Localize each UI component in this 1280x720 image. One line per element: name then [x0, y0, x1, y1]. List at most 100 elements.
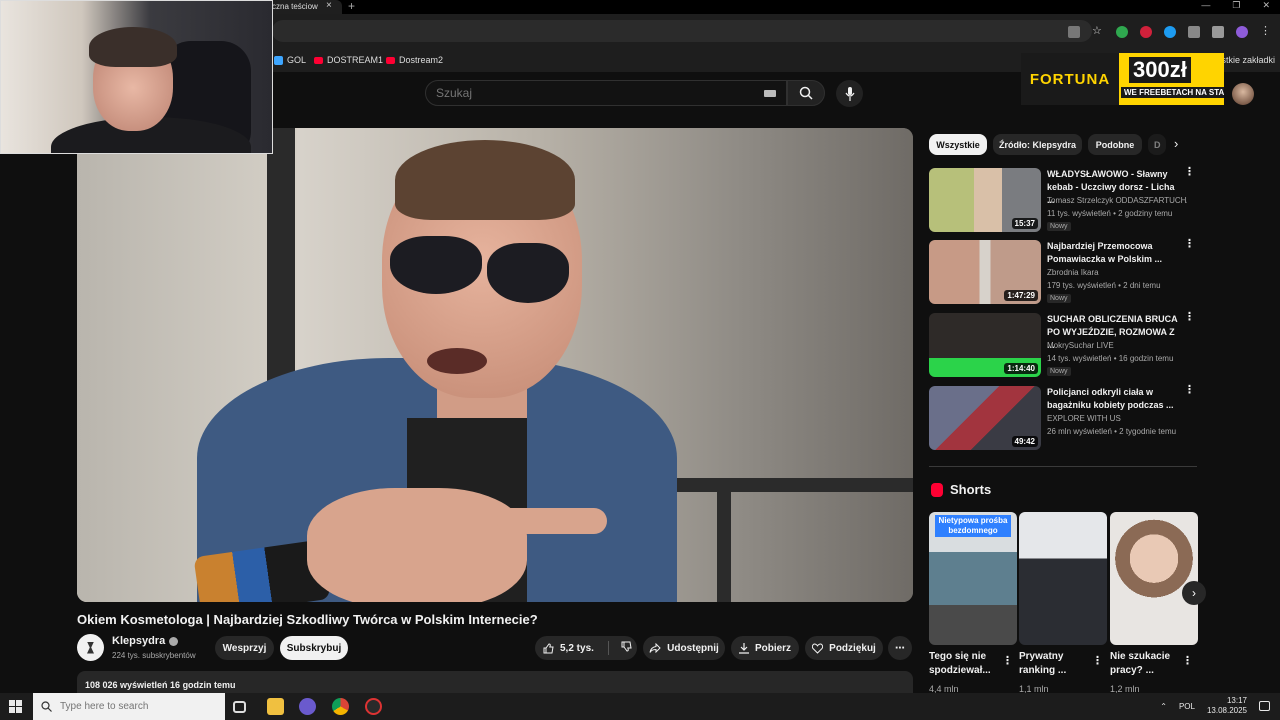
search-icon [41, 701, 52, 712]
star-icon[interactable]: ☆ [1092, 26, 1104, 38]
chrome-icon[interactable] [332, 698, 349, 715]
subscribe-button[interactable]: Subskrybuj [280, 636, 348, 660]
minimize-icon[interactable]: — [1201, 0, 1210, 11]
recommended-channel[interactable]: MokrySuchar LIVE [1047, 341, 1187, 350]
puzzle-icon[interactable] [1188, 26, 1200, 38]
address-bar[interactable] [272, 20, 1092, 42]
new-tab-button[interactable]: + [348, 0, 355, 13]
channel-name[interactable]: Klepsydra [112, 635, 179, 647]
recommended-item[interactable]: 1:47:29 Najbardziej Przemocowa Pomawiacz… [929, 239, 1199, 304]
short-caption[interactable]: Prywatny ranking ... [1019, 650, 1083, 678]
more-vertical-icon[interactable]: ⋮ [1184, 239, 1195, 250]
share-icon [649, 643, 661, 653]
close-window-icon[interactable]: ✕ [1262, 0, 1270, 11]
account-avatar[interactable] [1232, 83, 1254, 105]
like-button[interactable]: 5,2 tys. [543, 643, 594, 654]
search-button[interactable] [787, 80, 825, 106]
video-person-glasses-left [390, 236, 482, 294]
download-icon [738, 642, 749, 654]
profile-icon[interactable] [1236, 26, 1248, 38]
more-vertical-icon[interactable]: ⋮ [1092, 654, 1103, 667]
short-caption[interactable]: Tego się nie spodziewał... [929, 650, 993, 678]
short-thumbnail[interactable] [1110, 512, 1198, 645]
chip-all[interactable]: Wszystkie [929, 134, 987, 155]
all-bookmarks[interactable]: ystkie zakładki [1217, 55, 1275, 65]
short-caption[interactable]: Nie szukacie pracy? ... [1110, 650, 1176, 678]
video-player[interactable] [77, 128, 913, 602]
thanks-button[interactable]: Podziękuj [805, 636, 883, 660]
voice-search-button[interactable] [836, 80, 863, 107]
keyboard-icon[interactable] [764, 90, 776, 97]
video-thumbnail[interactable]: 15:37 [929, 168, 1041, 232]
recommended-item[interactable]: 49:42 Policjanci odkryli ciała w bagażni… [929, 385, 1199, 450]
shorts-next-button[interactable]: › [1182, 581, 1206, 605]
recommended-item[interactable]: 1:14:40 SUCHAR OBLICZENIA BRUCA PO WYJEŹ… [929, 312, 1199, 377]
video-thumbnail[interactable]: 49:42 [929, 386, 1041, 450]
like-count: 5,2 tys. [560, 642, 594, 654]
channel-avatar[interactable] [77, 634, 104, 661]
short-thumbnail[interactable]: Nietypowa prośba bezdomnego [929, 512, 1017, 645]
taskbar-clock[interactable]: 13:17 13.08.2025 [1207, 696, 1247, 716]
download-button[interactable]: Pobierz [731, 636, 799, 660]
obs-icon[interactable] [365, 698, 382, 715]
more-vertical-icon[interactable]: ⋮ [1182, 654, 1193, 667]
taskbar-search[interactable] [33, 693, 225, 720]
task-view-icon[interactable] [233, 701, 246, 713]
restore-icon[interactable]: ❐ [1232, 0, 1240, 11]
share-button[interactable]: Udostępnij [643, 636, 725, 660]
support-button[interactable]: Wesprzyj [215, 636, 274, 660]
recommended-channel[interactable]: Zbrodnia Ikara [1047, 268, 1187, 277]
new-badge: Nowy [1047, 367, 1071, 376]
taskbar-search-input[interactable] [60, 701, 210, 712]
chips-next-chevron-icon[interactable]: › [1174, 136, 1178, 151]
more-vertical-icon[interactable]: ⋮ [1184, 312, 1195, 323]
discord-icon[interactable] [299, 698, 316, 715]
dislike-button[interactable] [621, 641, 632, 655]
youtube-icon [386, 56, 395, 64]
video-thumbnail[interactable]: 1:47:29 [929, 240, 1041, 304]
tray-chevron-up-icon[interactable]: ⌃ [1160, 702, 1167, 711]
search-input[interactable] [426, 81, 746, 105]
chip-more[interactable]: D [1148, 134, 1166, 155]
tab-close-icon[interactable]: × [326, 0, 332, 11]
tab-title: czna teściow [272, 2, 318, 11]
ad-brand-logo: FORTUNA [1021, 53, 1119, 105]
bookmark-gol[interactable]: GOL [274, 55, 306, 65]
bookmark-dostream1[interactable]: DOSTREAM1 [314, 55, 383, 65]
recommended-channel[interactable]: EXPLORE WITH US [1047, 414, 1187, 423]
description-box[interactable]: 108 026 wyświetleń 16 godzin temu [77, 671, 913, 695]
short-overlay-text: Nietypowa prośba bezdomnego [935, 515, 1011, 537]
adblock-extension-icon[interactable] [1116, 26, 1128, 38]
recommended-title[interactable]: Najbardziej Przemocowa Pomawiaczka w Pol… [1047, 240, 1183, 266]
video-duration: 1:47:29 [1004, 290, 1038, 301]
recommended-title[interactable]: Policjanci odkryli ciała w bagażniku kob… [1047, 386, 1183, 412]
more-vertical-icon[interactable]: ⋮ [1184, 167, 1195, 178]
video-thumbnail[interactable]: 1:14:40 [929, 313, 1041, 377]
file-explorer-icon[interactable] [267, 698, 284, 715]
notification-icon[interactable] [1259, 701, 1270, 711]
cast-icon[interactable] [1068, 26, 1080, 38]
ad-subtitle: WE FREEBETACH NA START [1121, 87, 1224, 98]
more-vertical-icon[interactable]: ⋮ [1002, 654, 1013, 667]
chip-source-klepsydra[interactable]: Źródło: Klepsydra [993, 134, 1082, 155]
thumbs-up-icon [543, 642, 554, 653]
like-dislike-group: 5,2 tys. [535, 636, 637, 660]
media-icon[interactable] [1212, 26, 1224, 38]
blue-extension-icon[interactable] [1164, 26, 1176, 38]
menu-dots-icon[interactable]: ⋮ [1260, 26, 1272, 38]
chip-similar[interactable]: Podobne [1088, 134, 1142, 155]
more-actions-button[interactable]: ⋯ [888, 636, 912, 660]
window-controls: — ❐ ✕ [1201, 0, 1270, 11]
red-extension-icon[interactable] [1140, 26, 1152, 38]
search-icon [799, 86, 813, 100]
windows-start-icon[interactable] [9, 700, 22, 713]
bookmark-dostream2[interactable]: Dostream2 [386, 55, 443, 65]
more-vertical-icon[interactable]: ⋮ [1184, 385, 1195, 396]
language-indicator[interactable]: POL [1179, 702, 1195, 711]
ad-banner[interactable]: FORTUNA 300zł WE FREEBETACH NA START [1021, 53, 1224, 105]
recommended-item[interactable]: 15:37 WŁADYSŁAWOWO - Sławny kebab - Uczc… [929, 167, 1199, 232]
short-thumbnail[interactable] [1019, 512, 1107, 645]
microphone-icon [845, 86, 854, 101]
recommended-channel[interactable]: Tomasz Strzelczyk ODDASZFARTUCHA [1047, 196, 1187, 205]
new-badge: Nowy [1047, 294, 1071, 303]
